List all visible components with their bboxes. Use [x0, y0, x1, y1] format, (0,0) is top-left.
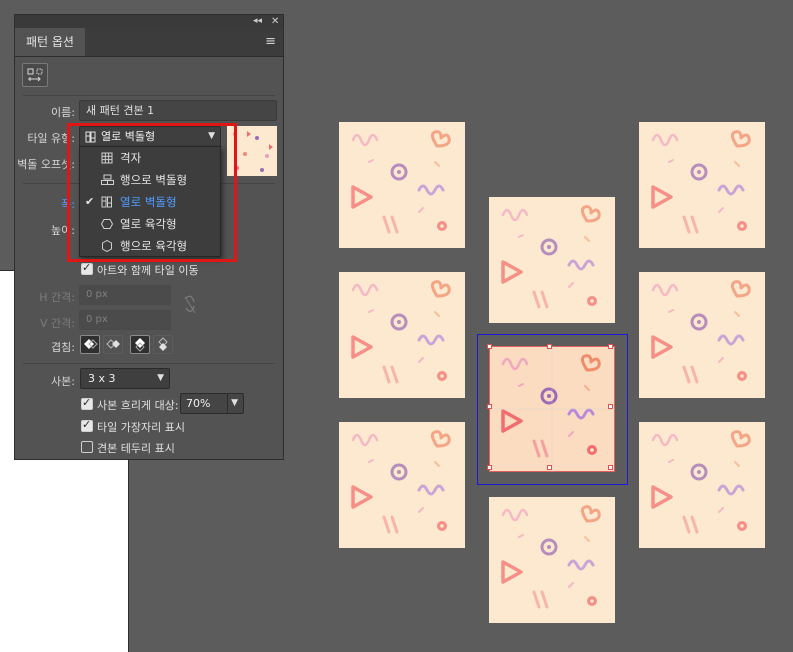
selection-handle[interactable] [487, 344, 492, 349]
overlap-top-icon [135, 338, 145, 352]
dim-copies-select[interactable]: 70% ▼ [180, 393, 244, 414]
selection-handle[interactable] [487, 465, 492, 470]
copies-label: 사본: [51, 375, 75, 388]
v-spacing-input[interactable]: 0 px [79, 310, 171, 330]
selection-handle[interactable] [608, 404, 613, 409]
pattern-tile-copy [339, 122, 465, 248]
show-swatch-bounds-label: 견본 테두리 표시 [97, 442, 175, 455]
selection-handle[interactable] [547, 465, 552, 470]
pattern-tile-copy [339, 422, 465, 548]
double-chevron-left-icon[interactable]: ◂◂ [253, 15, 262, 28]
panel-tabs: 패턴 옵션 ≡ [15, 28, 283, 57]
overlap-bottom-icon [158, 337, 168, 351]
name-input[interactable]: 새 패턴 견본 1 [79, 100, 277, 121]
pattern-tile-copy [489, 497, 615, 623]
dim-copies-checkbox[interactable] [81, 396, 93, 410]
selection-handle[interactable] [547, 344, 552, 349]
show-tile-edge-label: 타일 가장자리 표시 [97, 421, 185, 434]
pattern-tile-original[interactable] [489, 346, 615, 472]
copies-value: 3 x 3 [88, 372, 116, 385]
hamburger-menu-icon[interactable]: ≡ [265, 34, 276, 49]
chevron-down-icon: ▼ [231, 398, 238, 408]
right-in-front-button[interactable] [103, 335, 123, 354]
chevron-down-icon: ▼ [157, 373, 164, 383]
v-spacing-label: V 간격: [40, 317, 75, 330]
separator [23, 95, 275, 96]
link-broken-icon[interactable] [183, 295, 197, 315]
overlap-label: 겹침: [51, 341, 75, 354]
pattern-tile-copy [339, 272, 465, 398]
panel-topbar: ◂◂ ✕ [15, 15, 283, 28]
selection-handle[interactable] [608, 344, 613, 349]
width-label: 폭: [61, 198, 75, 211]
move-with-art-label: 아트와 함께 타일 이동 [97, 264, 199, 277]
dim-copies-value: 70% [186, 397, 211, 410]
pattern-tile-tool-button[interactable] [22, 63, 48, 87]
top-in-front-button[interactable] [130, 335, 150, 354]
overlap-right-icon [106, 339, 120, 349]
brick-offset-label: 벽돌 오프셋: [17, 158, 75, 171]
selection-handle[interactable] [608, 465, 613, 470]
overlap-left-icon [84, 339, 98, 349]
tile-tool-icon [27, 68, 43, 82]
copies-select[interactable]: 3 x 3 ▼ [80, 368, 170, 389]
name-label: 이름: [51, 106, 75, 119]
tab-pattern-options[interactable]: 패턴 옵션 [15, 28, 85, 56]
annotation-highlight-box [67, 123, 237, 262]
selection-handle[interactable] [487, 404, 492, 409]
separator [23, 363, 275, 364]
dim-copies-label: 사본 흐리게 대상: [97, 399, 179, 412]
pattern-tile-copy [639, 422, 765, 548]
divider [227, 394, 228, 413]
bottom-in-front-button[interactable] [153, 335, 173, 354]
tile-type-label: 타일 유형: [27, 132, 75, 145]
pattern-tile-copy [639, 122, 765, 248]
left-in-front-button[interactable] [80, 335, 100, 354]
move-with-art-checkbox[interactable] [81, 261, 93, 275]
pattern-tile-copy [639, 272, 765, 398]
show-tile-edge-checkbox[interactable] [81, 418, 93, 432]
pattern-tile-copy [489, 197, 615, 323]
h-spacing-label: H 간격: [39, 291, 75, 304]
height-label: 높이: [51, 224, 75, 237]
close-icon[interactable]: ✕ [271, 15, 279, 28]
show-swatch-bounds-checkbox[interactable] [81, 441, 93, 453]
h-spacing-input[interactable]: 0 px [79, 285, 171, 305]
